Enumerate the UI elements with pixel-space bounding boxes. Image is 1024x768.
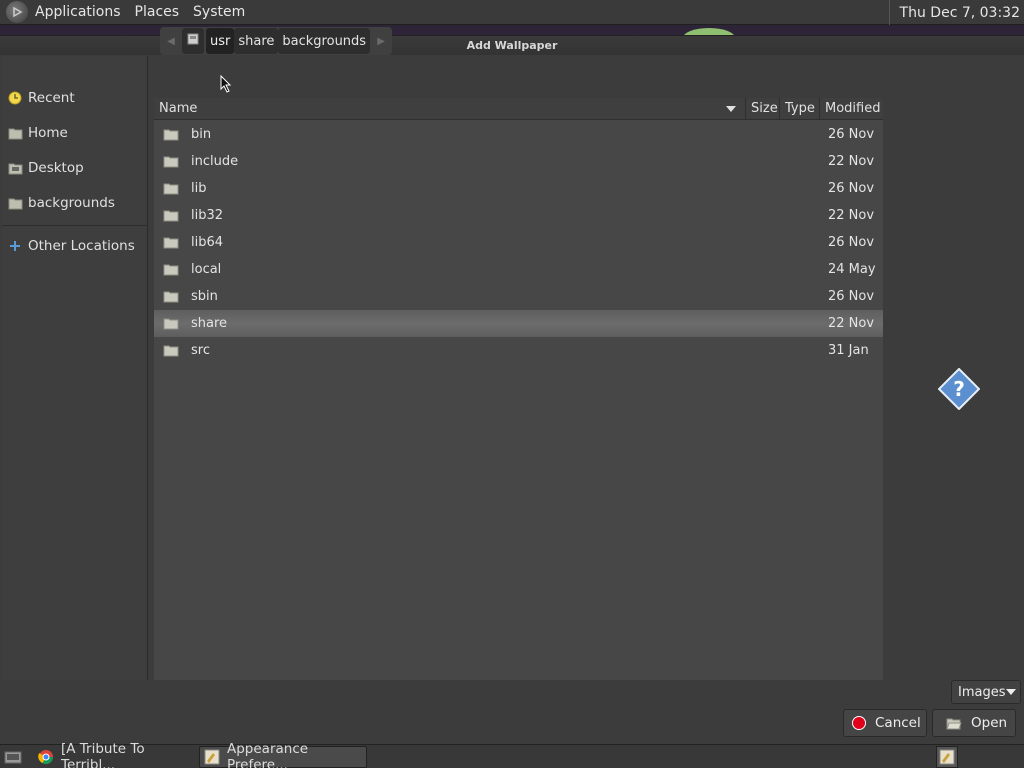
- sidebar-item-other-locations[interactable]: Other Locations: [2, 232, 148, 260]
- folder-icon: [7, 195, 23, 211]
- mint-menu-icon[interactable]: [6, 1, 28, 23]
- chrome-icon: [38, 749, 54, 765]
- file-name: sbin: [191, 289, 218, 304]
- column-modified[interactable]: Modified: [820, 98, 883, 120]
- path-back-button[interactable]: ◀: [160, 27, 182, 55]
- menu-places[interactable]: Places: [128, 4, 187, 20]
- column-size[interactable]: Size: [746, 98, 780, 120]
- file-modified: 26 Nov: [828, 289, 875, 304]
- home-icon: [7, 125, 23, 141]
- sidebar-item-recent[interactable]: Recent: [2, 84, 148, 112]
- menu-system[interactable]: System: [186, 4, 252, 20]
- file-row[interactable]: include 22 Nov: [154, 148, 883, 175]
- folder-icon: [163, 156, 179, 168]
- file-row[interactable]: lib 26 Nov: [154, 175, 883, 202]
- file-name: lib64: [191, 235, 224, 250]
- sidebar-item-label: Other Locations: [28, 238, 135, 254]
- folder-icon: [163, 129, 179, 141]
- task-chrome[interactable]: [A Tribute To Terribl...: [34, 741, 199, 768]
- path-forward-button[interactable]: ▶: [370, 27, 392, 55]
- filter-label: Images: [958, 684, 1006, 700]
- file-modified: 22 Nov: [828, 316, 875, 331]
- open-button[interactable]: Open: [932, 709, 1016, 737]
- folder-icon: [163, 264, 179, 276]
- top-menu: Applications Places System: [28, 4, 252, 20]
- clock[interactable]: Thu Dec 7, 03:32: [888, 0, 1024, 25]
- help-question-icon: ?: [937, 367, 981, 414]
- path-root-button[interactable]: [182, 28, 204, 54]
- file-row[interactable]: bin 26 Nov: [154, 121, 883, 148]
- plus-icon: [7, 238, 23, 254]
- file-name: lib: [191, 181, 207, 196]
- file-modified: 26 Nov: [828, 235, 875, 250]
- path-crumb-share[interactable]: share: [234, 28, 279, 54]
- places-sidebar: Recent Home Desktop backgrounds Other Lo…: [2, 56, 148, 680]
- sidebar-item-label: Home: [28, 125, 68, 141]
- sidebar-item-desktop[interactable]: Desktop: [2, 154, 148, 182]
- file-type-filter[interactable]: Images: [951, 680, 1021, 704]
- file-modified: 24 May: [828, 262, 876, 277]
- task-label: [A Tribute To Terribl...: [61, 740, 145, 768]
- file-modified: 26 Nov: [828, 127, 875, 142]
- file-row[interactable]: lib32 22 Nov: [154, 202, 883, 229]
- folder-icon: [163, 291, 179, 303]
- desktop-icon: [7, 160, 23, 176]
- file-row-selected[interactable]: share 22 Nov: [154, 310, 883, 337]
- open-label: Open: [971, 715, 1008, 731]
- file-modified: 26 Nov: [828, 181, 875, 196]
- cancel-button[interactable]: Cancel: [843, 709, 927, 737]
- file-name: lib32: [191, 208, 224, 223]
- sidebar-item-label: backgrounds: [28, 195, 115, 211]
- file-modified: 22 Nov: [828, 154, 875, 169]
- sidebar-item-label: Recent: [28, 90, 75, 106]
- column-headers: Name Size Type Modified: [154, 98, 883, 120]
- dialog-title[interactable]: Add Wallpaper: [0, 36, 1024, 55]
- show-desktop-icon: [4, 750, 22, 764]
- taskbar: [A Tribute To Terribl... Appearance Pref…: [0, 741, 1024, 768]
- folder-icon: [163, 210, 179, 222]
- task-appearance[interactable]: Appearance Prefere...: [199, 741, 367, 768]
- open-folder-icon: [946, 716, 962, 730]
- path-crumb-usr[interactable]: usr: [206, 28, 235, 54]
- folder-icon: [163, 318, 179, 330]
- appearance-icon: [204, 749, 220, 765]
- show-desktop-button[interactable]: [0, 746, 34, 768]
- file-name: share: [191, 316, 228, 331]
- file-list: Name Size Type Modified bin 26 Nov inclu…: [154, 98, 883, 680]
- sidebar-item-home[interactable]: Home: [2, 119, 148, 147]
- file-name: bin: [191, 127, 212, 142]
- file-name: local: [191, 262, 222, 277]
- sort-down-icon: [726, 106, 736, 112]
- recent-icon: [7, 90, 23, 106]
- file-name: src: [191, 343, 210, 358]
- cancel-icon: [852, 716, 866, 730]
- tray-appearance-icon[interactable]: [936, 746, 958, 768]
- file-name: include: [191, 154, 239, 169]
- menu-applications[interactable]: Applications: [28, 4, 128, 20]
- svg-text:?: ?: [953, 377, 965, 401]
- column-type[interactable]: Type: [780, 98, 820, 120]
- file-row[interactable]: sbin 26 Nov: [154, 283, 883, 310]
- file-row[interactable]: src 31 Jan: [154, 337, 883, 364]
- path-crumb-backgrounds[interactable]: backgrounds: [278, 28, 371, 54]
- drive-icon: [187, 33, 199, 49]
- task-label: Appearance Prefere...: [227, 740, 309, 768]
- sidebar-item-label: Desktop: [28, 160, 84, 176]
- path-bar: ◀ usr share backgrounds ▶: [160, 27, 393, 55]
- sidebar-item-backgrounds[interactable]: backgrounds: [2, 189, 148, 217]
- mouse-pointer-icon: [220, 74, 232, 97]
- cancel-label: Cancel: [875, 715, 921, 731]
- column-name[interactable]: Name: [154, 98, 746, 120]
- file-row[interactable]: lib64 26 Nov: [154, 229, 883, 256]
- folder-icon: [163, 183, 179, 195]
- folder-icon: [163, 345, 179, 357]
- file-modified: 31 Jan: [828, 343, 869, 358]
- file-modified: 22 Nov: [828, 208, 875, 223]
- folder-icon: [163, 237, 179, 249]
- top-panel: Applications Places System Thu Dec 7, 03…: [0, 0, 1024, 25]
- desktop-background: [0, 25, 1024, 35]
- sidebar-separator: [2, 225, 148, 226]
- file-row[interactable]: local 24 May: [154, 256, 883, 283]
- chevron-down-icon: [1006, 689, 1016, 695]
